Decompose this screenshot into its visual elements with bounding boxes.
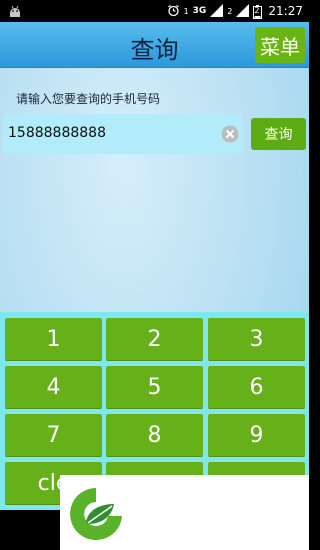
app-header: 查询 菜单	[0, 22, 309, 68]
android-icon	[8, 3, 22, 22]
key-7[interactable]: 7	[5, 414, 102, 457]
phone-prompt-label: 请输入您要查询的手机号码	[16, 92, 161, 106]
leaf-logo-icon	[64, 484, 128, 544]
sim2-label: 2	[227, 6, 233, 16]
clock-time: 21:27	[268, 4, 303, 18]
key-2[interactable]: 2	[106, 318, 203, 361]
key-6[interactable]: 6	[208, 366, 305, 409]
signal-icon-2	[236, 2, 250, 21]
query-button[interactable]: 查询	[251, 118, 306, 150]
menu-button[interactable]: 菜单	[255, 27, 305, 63]
network-type-label: 3G	[192, 6, 207, 16]
phone-input[interactable]: 15888888888	[3, 114, 243, 154]
clear-input-icon[interactable]	[221, 125, 239, 143]
battery-level-label: 2	[254, 6, 260, 15]
alarm-icon	[167, 2, 180, 21]
signal-icon	[210, 2, 224, 21]
sim1-label: 1	[183, 6, 189, 16]
key-8[interactable]: 8	[106, 414, 203, 457]
main-content: 查询 菜单 请输入您要查询的手机号码 15888888888 查询 1 2 3 …	[0, 22, 309, 510]
key-5[interactable]: 5	[106, 366, 203, 409]
key-3[interactable]: 3	[208, 318, 305, 361]
key-1[interactable]: 1	[5, 318, 102, 361]
key-4[interactable]: 4	[5, 366, 102, 409]
key-9[interactable]: 9	[208, 414, 305, 457]
battery-icon: 2	[253, 4, 263, 19]
phone-input-value: 15888888888	[8, 125, 106, 141]
status-bar: 1 3G 2 2 21:27	[0, 0, 309, 22]
